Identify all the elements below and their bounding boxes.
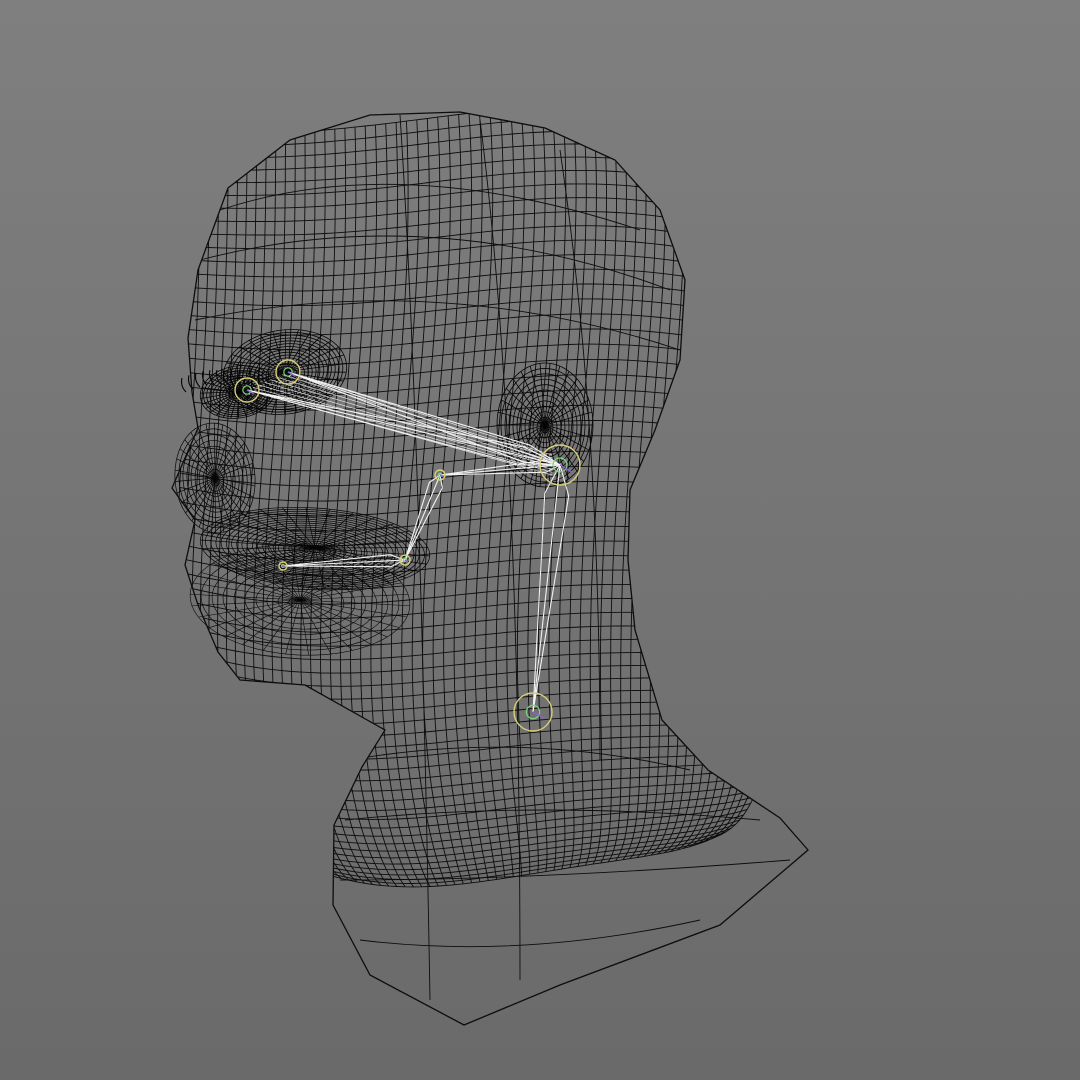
mesh-edge-ring [188,298,793,326]
mesh-edge-loop [694,139,763,846]
mesh-edge-loop [191,135,270,850]
mesh-edge-ring [180,696,775,725]
mesh-edge-loop [432,114,464,884]
mesh-edge-loop [290,130,350,881]
bone-fan-line [258,384,553,470]
head-wireframe-mesh[interactable] [175,107,794,1001]
eyelash-strand [180,377,187,393]
mesh-edge-loop [716,149,794,837]
mesh-edge-loop [329,127,382,886]
mesh-edge-loop [443,113,473,883]
mesh-edge-loop [350,124,398,887]
mesh-contour [349,746,691,771]
mesh-edge-loop [663,126,721,854]
mesh-edge-ring [245,831,727,880]
viewport-canvas[interactable] [0,0,1080,1080]
eyelash-strand [194,372,201,388]
mesh-edge-ring [178,673,776,700]
mesh-edge-loop [339,125,390,887]
mesh-contour [359,919,701,948]
mesh-edge-loop [688,136,755,848]
mesh-edge-spoke [214,477,254,498]
joint-axis [532,711,545,720]
mesh-edge-loop [711,147,787,840]
mesh-edge-loop [682,134,747,849]
mesh-edge-loop [485,112,515,879]
mesh-edge-spoke [285,599,301,655]
mesh-edge-spoke [284,354,344,373]
mesh-edge-ring [176,648,778,674]
mesh-edge-ring [194,112,786,151]
mesh-edge-loop [506,112,536,876]
mesh-contour [219,183,641,231]
mesh-edge-loop [453,112,483,882]
mesh-edge-loop [569,112,597,868]
mesh-edge-loop [584,112,617,866]
mesh-edge-loop [464,112,494,881]
mesh-edge-loop [281,131,342,879]
mesh-edge-loop [705,144,779,842]
mesh-edge-ring [234,823,736,871]
mesh-edge-loop [319,128,374,885]
mesh-edge-loop [700,141,771,844]
mesh-edge-loop [300,129,358,883]
mesh-edge-ring [175,623,779,647]
mesh-edge-loop [252,133,319,872]
mesh-edge-spoke [299,599,372,645]
3d-viewport[interactable] [0,0,1080,1080]
mesh-edge-loop [474,112,504,880]
mesh-edge-loop [670,129,730,852]
mesh-edge-ring [189,268,793,298]
mesh-edge-ring [256,836,717,888]
mesh-edge-ring [230,819,740,865]
mesh-edge-loop [676,131,738,851]
mesh-edge-ring [220,808,748,852]
neck-joint[interactable] [513,692,553,732]
mesh-edge-ring [183,404,788,426]
